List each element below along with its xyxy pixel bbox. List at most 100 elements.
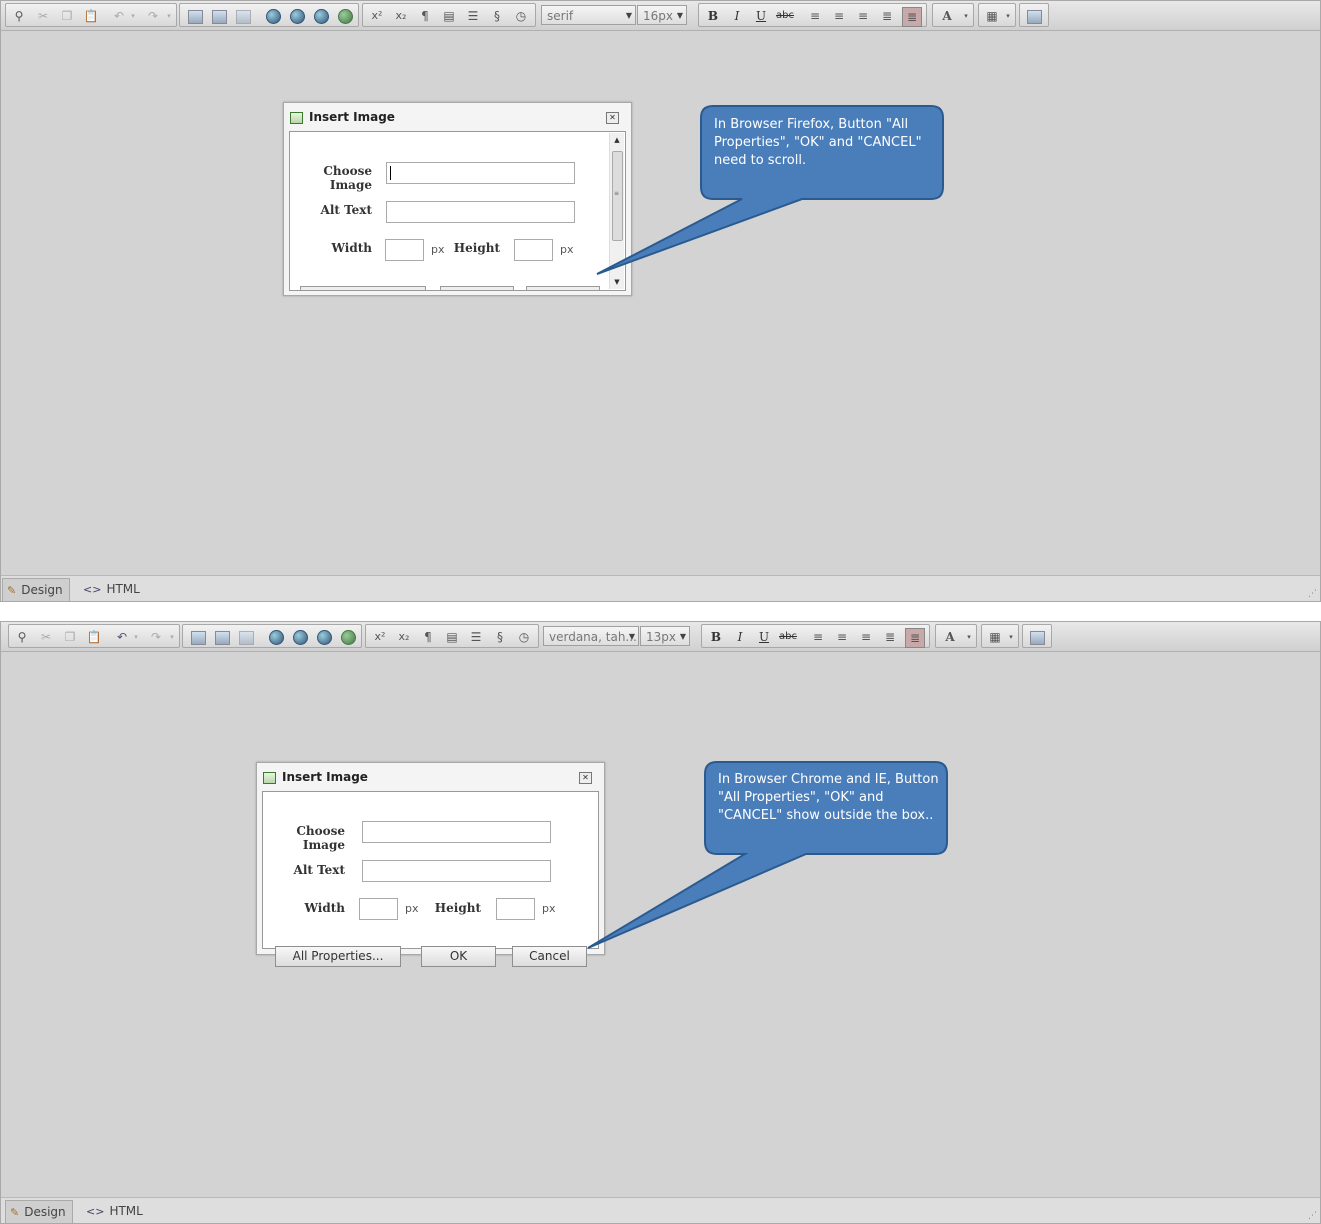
- paste-icon[interactable]: 📋: [85, 628, 103, 646]
- chevron-down-icon[interactable]: ▾: [1002, 628, 1020, 646]
- scroll-down-icon[interactable]: ▼: [610, 275, 624, 289]
- paragraph-icon[interactable]: ¶: [416, 7, 434, 25]
- link-icon[interactable]: [341, 630, 356, 645]
- chevron-down-icon[interactable]: ▾: [999, 7, 1017, 25]
- height-input[interactable]: [514, 239, 553, 261]
- font-color-icon[interactable]: A: [941, 628, 959, 646]
- all-properties-button-clipped[interactable]: [300, 286, 426, 290]
- special-char-icon[interactable]: §: [491, 628, 509, 646]
- alt-text-input[interactable]: [362, 860, 551, 882]
- flash-icon[interactable]: [236, 10, 251, 24]
- align-icon[interactable]: ☰: [464, 7, 482, 25]
- strike-icon[interactable]: abc: [779, 628, 797, 646]
- subscript-icon[interactable]: x₂: [395, 628, 413, 646]
- insert-image-icon[interactable]: [1027, 10, 1042, 24]
- bold-icon[interactable]: B: [704, 7, 722, 25]
- height-input[interactable]: [496, 898, 535, 920]
- ok-button-clipped[interactable]: [440, 286, 514, 290]
- close-icon[interactable]: ✕: [606, 112, 619, 124]
- bold-icon[interactable]: B: [707, 628, 725, 646]
- dialog-scrollbar[interactable]: ▲ ≡ ▼: [609, 133, 624, 289]
- tab-html[interactable]: <> HTML: [79, 578, 146, 600]
- align-right-icon[interactable]: ≡: [854, 7, 872, 25]
- image-map-icon[interactable]: [215, 631, 230, 645]
- all-properties-button[interactable]: All Properties...: [275, 946, 401, 967]
- image-icon[interactable]: [191, 631, 206, 645]
- tab-design[interactable]: ✎ Design: [5, 1200, 73, 1223]
- resize-grip[interactable]: ⋰: [1308, 1211, 1318, 1221]
- copy-icon[interactable]: ❐: [58, 7, 76, 25]
- find-icon[interactable]: ⚲: [13, 628, 31, 646]
- align-center-icon[interactable]: ≡: [833, 628, 851, 646]
- find-icon[interactable]: ⚲: [10, 7, 28, 25]
- youtube-icon[interactable]: [317, 630, 332, 645]
- editor-content[interactable]: [1, 652, 1320, 1197]
- justify-icon[interactable]: ≣: [881, 628, 899, 646]
- redo-dropdown-icon[interactable]: ▾: [163, 628, 181, 646]
- width-input[interactable]: [385, 239, 424, 261]
- chevron-down-icon[interactable]: ▾: [957, 7, 975, 25]
- editor-content[interactable]: [1, 31, 1320, 575]
- dialog-title-text: Insert Image: [282, 770, 368, 784]
- underline-icon[interactable]: U: [752, 7, 770, 25]
- italic-icon[interactable]: I: [731, 628, 749, 646]
- scroll-up-icon[interactable]: ▲: [610, 133, 624, 147]
- cut-icon[interactable]: ✂: [37, 628, 55, 646]
- align-icon[interactable]: ☰: [467, 628, 485, 646]
- font-size-select[interactable]: 16px ▼: [637, 5, 687, 25]
- highlight-icon[interactable]: ≣: [905, 628, 925, 648]
- italic-icon[interactable]: I: [728, 7, 746, 25]
- strike-icon[interactable]: abc: [776, 7, 794, 25]
- choose-image-input[interactable]: [386, 162, 575, 184]
- play-icon[interactable]: [290, 9, 305, 24]
- copy-icon[interactable]: ❐: [61, 628, 79, 646]
- cancel-button-clipped[interactable]: [526, 286, 600, 290]
- flash-icon[interactable]: [239, 631, 254, 645]
- undo-dropdown-icon[interactable]: ▾: [127, 628, 145, 646]
- alt-text-input[interactable]: [386, 201, 575, 223]
- close-icon[interactable]: ✕: [579, 772, 592, 784]
- superscript-icon[interactable]: x²: [371, 628, 389, 646]
- tab-html[interactable]: <> HTML: [82, 1200, 149, 1222]
- highlight-icon[interactable]: ≣: [902, 7, 922, 27]
- image-map-icon[interactable]: [212, 10, 227, 24]
- underline-icon[interactable]: U: [755, 628, 773, 646]
- subscript-icon[interactable]: x₂: [392, 7, 410, 25]
- template-icon[interactable]: ▤: [443, 628, 461, 646]
- superscript-icon[interactable]: x²: [368, 7, 386, 25]
- cancel-button[interactable]: Cancel: [512, 946, 587, 967]
- date-time-icon[interactable]: ◷: [512, 7, 530, 25]
- cut-icon[interactable]: ✂: [34, 7, 52, 25]
- align-left-icon[interactable]: ≡: [809, 628, 827, 646]
- chevron-down-icon[interactable]: ▾: [960, 628, 978, 646]
- choose-image-input[interactable]: [362, 821, 551, 843]
- date-time-icon[interactable]: ◷: [515, 628, 533, 646]
- resize-grip[interactable]: ⋰: [1308, 589, 1318, 599]
- paragraph-icon[interactable]: ¶: [419, 628, 437, 646]
- undo-dropdown-icon[interactable]: ▾: [124, 7, 142, 25]
- paste-icon[interactable]: 📋: [82, 7, 100, 25]
- insert-image-icon[interactable]: [1030, 631, 1045, 645]
- media-icon[interactable]: [266, 9, 281, 24]
- font-family-select[interactable]: serif ▼: [541, 5, 636, 25]
- link-icon[interactable]: [338, 9, 353, 24]
- align-center-icon[interactable]: ≡: [830, 7, 848, 25]
- width-input[interactable]: [359, 898, 398, 920]
- font-family-select[interactable]: verdana, tah... ▼: [543, 626, 639, 646]
- image-icon[interactable]: [188, 10, 203, 24]
- redo-dropdown-icon[interactable]: ▾: [160, 7, 178, 25]
- font-size-select[interactable]: 13px ▼: [640, 626, 690, 646]
- scroll-thumb[interactable]: ≡: [612, 151, 623, 241]
- align-right-icon[interactable]: ≡: [857, 628, 875, 646]
- play-icon[interactable]: [293, 630, 308, 645]
- special-char-icon[interactable]: §: [488, 7, 506, 25]
- justify-icon[interactable]: ≣: [878, 7, 896, 25]
- media-icon[interactable]: [269, 630, 284, 645]
- toolbar-group-table: ▦ ▾: [981, 624, 1019, 648]
- align-left-icon[interactable]: ≡: [806, 7, 824, 25]
- template-icon[interactable]: ▤: [440, 7, 458, 25]
- tab-design[interactable]: ✎ Design: [2, 578, 70, 601]
- font-color-icon[interactable]: A: [938, 7, 956, 25]
- ok-button[interactable]: OK: [421, 946, 496, 967]
- youtube-icon[interactable]: [314, 9, 329, 24]
